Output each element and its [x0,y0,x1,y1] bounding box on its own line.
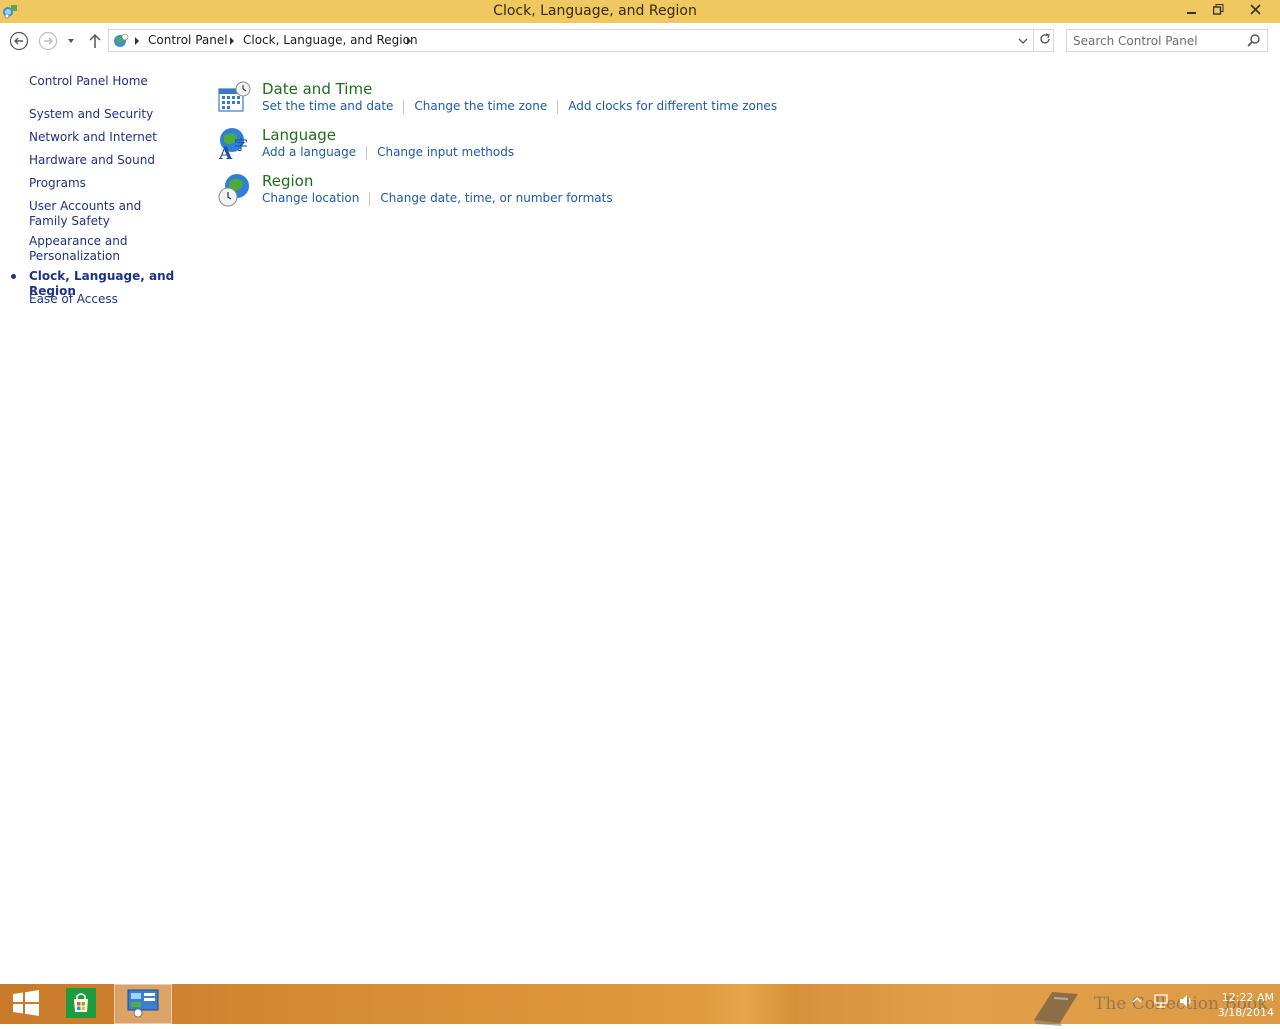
change-input-methods-link[interactable]: Change input methods [377,145,514,160]
volume-icon[interactable] [1178,993,1194,1012]
set-time-and-date-link[interactable]: Set the time and date [262,99,393,114]
recent-locations-button[interactable] [62,31,80,53]
network-icon[interactable] [1153,993,1169,1012]
control-panel-location-icon [112,32,130,50]
sidebar-item-hardware-and-sound[interactable]: Hardware and Sound [29,153,194,168]
back-button[interactable] [8,31,30,53]
sidebar-item-programs[interactable]: Programs [29,176,194,191]
sidebar-item-network-and-internet[interactable]: Network and Internet [29,130,194,145]
chevron-down-icon [66,35,76,49]
link-divider [369,192,371,206]
address-history-dropdown[interactable] [1013,30,1033,51]
close-button[interactable] [1232,0,1278,21]
change-location-link[interactable]: Change location [262,191,359,206]
language-title[interactable]: Language [262,126,336,144]
address-bar[interactable]: Control Panel Clock, Language, and Regio… [108,29,1054,52]
clock-time: 12:22 AM [1221,991,1274,1004]
language-globe-icon[interactable]: A 字 [216,126,252,164]
language-links: Add a language Change input methods [262,145,514,160]
start-windows-icon [12,989,40,1019]
change-time-zone-link[interactable]: Change the time zone [414,99,547,114]
store-taskbar-button[interactable] [55,984,107,1024]
breadcrumb-control-panel[interactable]: Control Panel [148,33,228,47]
svg-text:A: A [218,144,233,162]
link-divider [557,100,559,114]
book-logo-icon [1028,990,1084,1029]
date-and-time-links: Set the time and date Change the time zo… [262,99,777,114]
breadcrumb-current[interactable]: Clock, Language, and Region [243,33,418,47]
svg-text:字: 字 [234,138,248,154]
calendar-clock-icon[interactable] [216,80,252,116]
chevron-down-icon [1018,34,1028,48]
breadcrumb-separator-icon[interactable] [407,37,411,45]
up-button[interactable] [84,31,106,53]
link-divider [403,100,405,114]
control-panel-taskbar-icon [127,988,159,1021]
region-title[interactable]: Region [262,172,313,190]
back-arrow-icon [9,31,29,54]
search-box[interactable] [1066,29,1268,52]
show-hidden-icons-icon[interactable] [1131,993,1143,1010]
link-divider [366,146,368,160]
forward-button[interactable] [37,31,59,53]
control-panel-taskbar-button[interactable] [114,984,172,1024]
forward-arrow-icon [38,31,58,54]
add-a-language-link[interactable]: Add a language [262,145,356,160]
minimize-button[interactable] [1180,0,1204,21]
restore-icon [1212,3,1224,18]
breadcrumb-separator-icon[interactable] [230,37,234,45]
minimize-icon [1187,4,1197,18]
refresh-button[interactable] [1033,30,1055,51]
sidebar-item-user-accounts[interactable]: User Accounts and Family Safety [29,199,179,229]
clock-date: 3/18/2014 [1217,1006,1274,1019]
region-links: Change location Change date, time, or nu… [262,191,613,206]
close-icon [1249,3,1261,18]
current-item-bullet [11,274,16,279]
store-icon [66,987,96,1021]
title-bar[interactable]: Clock, Language, and Region [0,0,1280,23]
restore-button[interactable] [1206,0,1230,21]
up-arrow-icon [88,33,102,52]
breadcrumb-separator-icon[interactable] [135,37,139,45]
sidebar-item-appearance[interactable]: Appearance and Personalization [29,234,129,264]
taskbar-clock[interactable]: 12:22 AM 3/18/2014 [1202,990,1274,1020]
search-input[interactable] [1073,33,1241,48]
control-panel-home-link[interactable]: Control Panel Home [29,74,194,89]
start-button[interactable] [0,984,52,1024]
add-clocks-link[interactable]: Add clocks for different time zones [568,99,777,114]
window-title: Clock, Language, and Region [493,3,697,19]
region-globe-clock-icon[interactable] [216,172,252,208]
search-icon[interactable] [1247,33,1263,49]
date-and-time-title[interactable]: Date and Time [262,80,372,98]
sidebar-item-system-and-security[interactable]: System and Security [29,107,194,122]
change-formats-link[interactable]: Change date, time, or number formats [380,191,612,206]
refresh-icon [1039,33,1051,48]
sidebar-item-ease-of-access[interactable]: Ease of Access [29,292,194,307]
